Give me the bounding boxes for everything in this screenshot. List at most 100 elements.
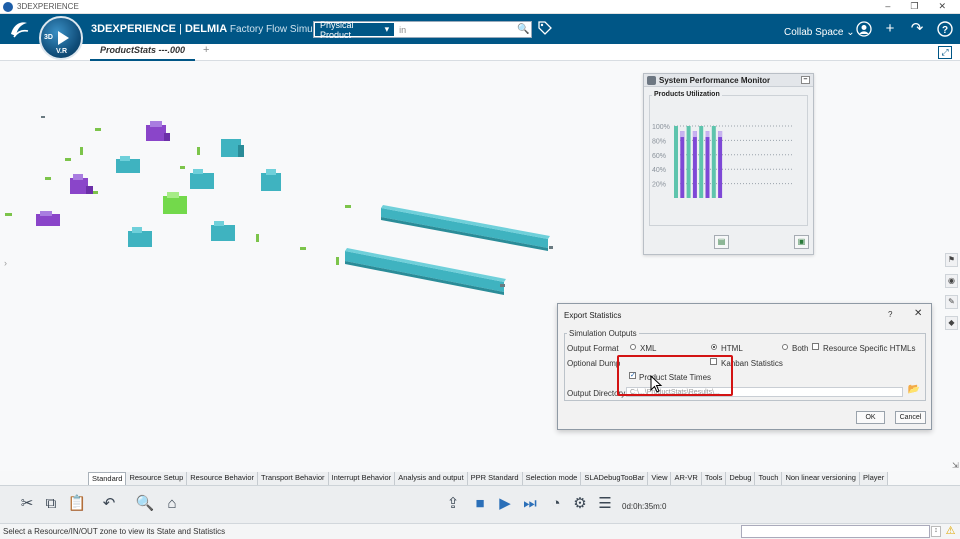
- folder-icon[interactable]: 📂: [906, 384, 922, 397]
- utilization-bar[interactable]: [705, 131, 710, 198]
- paste-icon[interactable]: 📋: [66, 494, 88, 514]
- utilization-bar[interactable]: [674, 126, 678, 198]
- user-profile-icon[interactable]: [856, 21, 872, 37]
- utilization-bar[interactable]: [718, 131, 723, 198]
- os-titlebar: 3DEXPERIENCE – ❐ ✕: [0, 0, 960, 14]
- camera-icon[interactable]: ◉: [945, 274, 958, 288]
- utilization-bar-cap: [692, 131, 697, 138]
- brand-separator: |: [175, 23, 185, 35]
- tab-resource-behavior[interactable]: Resource Behavior: [187, 472, 259, 485]
- flag-icon[interactable]: ⚑: [945, 253, 958, 267]
- warning-icon[interactable]: ⚠: [944, 525, 957, 537]
- monitor-title: System Performance Monitor: [659, 76, 771, 85]
- cut-icon[interactable]: ✂: [16, 494, 38, 514]
- radio-both[interactable]: [782, 344, 788, 350]
- machine-teal[interactable]: [116, 156, 140, 173]
- fullscreen-icon[interactable]: ⤢: [938, 46, 952, 59]
- tab-ar-vr[interactable]: AR-VR: [671, 472, 702, 485]
- add-tab-button[interactable]: +: [203, 44, 209, 56]
- tab-analysis-and-output[interactable]: Analysis and output: [395, 472, 468, 485]
- tab-tools[interactable]: Tools: [701, 472, 727, 485]
- radio-both-label: Both: [792, 344, 809, 353]
- search-input[interactable]: [395, 22, 517, 37]
- radio-xml[interactable]: [630, 344, 636, 350]
- monitor-titlebar[interactable]: System Performance Monitor –: [644, 74, 813, 87]
- resource-markers-dark: [41, 116, 553, 287]
- stop-icon[interactable]: ■: [469, 494, 491, 514]
- tab-selection-mode[interactable]: Selection mode: [522, 472, 582, 485]
- monitor-settings-button[interactable]: ▣: [794, 235, 809, 249]
- close-button[interactable]: ✕: [914, 308, 922, 319]
- utilization-bar[interactable]: [686, 126, 691, 198]
- y-tick-label: 100%: [652, 124, 670, 131]
- tab-sladebugtoobar[interactable]: SLADebugTooBar: [581, 472, 649, 485]
- machine-purple[interactable]: [146, 121, 170, 141]
- settings-icon[interactable]: ⚙: [569, 494, 591, 514]
- collab-space-selector[interactable]: Collab Space ⌄: [784, 27, 855, 38]
- conveyor-upper[interactable]: [381, 205, 550, 251]
- command-input[interactable]: [741, 525, 930, 538]
- share-icon[interactable]: ↷: [909, 21, 925, 37]
- machine-green[interactable]: [163, 192, 187, 214]
- status-toggle-button[interactable]: ↕: [931, 526, 941, 537]
- utilization-bar[interactable]: [680, 131, 685, 198]
- tab-ppr-standard[interactable]: PPR Standard: [467, 472, 523, 485]
- help-button[interactable]: ?: [888, 310, 892, 319]
- help-icon[interactable]: ?: [937, 21, 953, 37]
- list-icon[interactable]: ☰: [594, 494, 616, 514]
- tab-non-linear-versioning[interactable]: Non linear versioning: [782, 472, 860, 485]
- tab-player[interactable]: Player: [859, 472, 889, 485]
- tab-standard[interactable]: Standard: [88, 472, 127, 485]
- radio-html[interactable]: [711, 344, 717, 350]
- svg-text:?: ?: [942, 25, 948, 36]
- machine-teal[interactable]: [221, 139, 244, 157]
- tab-touch[interactable]: Touch: [755, 472, 783, 485]
- dialog-title: Export Statistics: [564, 311, 622, 320]
- conveyor-lower[interactable]: [345, 248, 506, 295]
- chevron-right-icon[interactable]: ›: [4, 258, 7, 268]
- y-tick-label: 20%: [652, 182, 666, 189]
- machine-teal[interactable]: [190, 169, 214, 189]
- copy-icon[interactable]: ⧉: [40, 494, 62, 514]
- window-close-button[interactable]: ✕: [938, 1, 946, 12]
- utilization-bar[interactable]: [711, 126, 716, 198]
- tab-view[interactable]: View: [648, 472, 672, 485]
- tab-resource-setup[interactable]: Resource Setup: [126, 472, 188, 485]
- add-icon[interactable]: +: [882, 21, 898, 37]
- machine-teal[interactable]: [128, 227, 152, 247]
- monitor-export-button[interactable]: ▤: [714, 235, 729, 249]
- compass-widget[interactable]: 3D V.R: [39, 16, 83, 60]
- brand-3dexperience: 3DEXPERIENCE: [91, 23, 176, 35]
- resource-specific-htmls-checkbox[interactable]: [812, 343, 819, 350]
- utilization-bar[interactable]: [699, 126, 704, 198]
- speed-icon[interactable]: ◔: [545, 494, 567, 514]
- annotate-icon[interactable]: ✎: [945, 295, 958, 309]
- utilization-bar[interactable]: [692, 131, 697, 198]
- tab-interrupt-behavior[interactable]: Interrupt Behavior: [328, 472, 396, 485]
- tree-icon[interactable]: ⌂: [161, 494, 183, 514]
- step-forward-icon[interactable]: ⏭: [519, 494, 541, 514]
- cancel-button[interactable]: Cancel: [895, 411, 926, 424]
- search-icon[interactable]: 🔍: [516, 23, 531, 37]
- zoom-icon[interactable]: 🔍: [134, 494, 156, 514]
- machine-teal[interactable]: [261, 169, 281, 191]
- undo-icon[interactable]: ↶: [98, 494, 120, 514]
- tab-debug[interactable]: Debug: [726, 472, 756, 485]
- window-restore-button[interactable]: ❐: [910, 1, 918, 12]
- comment-icon[interactable]: ◆: [945, 316, 958, 330]
- ok-button[interactable]: OK: [856, 411, 885, 424]
- window-minimize-button[interactable]: –: [885, 1, 890, 12]
- export-icon[interactable]: ⇪: [442, 494, 464, 514]
- tab-transport-behavior[interactable]: Transport Behavior: [258, 472, 329, 485]
- machine-purple[interactable]: [70, 174, 93, 194]
- search-scope-dropdown[interactable]: Physical Product ▾: [314, 20, 396, 40]
- app-logo-icon: [3, 1, 13, 12]
- tag-icon[interactable]: [538, 21, 552, 35]
- tab-productstats[interactable]: ProductStats ---.000: [90, 44, 195, 61]
- machine-purple[interactable]: [36, 211, 60, 226]
- expand-arrow-icon[interactable]: ⇲: [952, 461, 959, 470]
- play-icon[interactable]: ▶: [494, 494, 516, 514]
- minimize-icon[interactable]: –: [801, 76, 810, 84]
- right-tool-strip: ⚑ ◉ ✎ ◆: [945, 253, 960, 337]
- machine-teal[interactable]: [211, 221, 235, 241]
